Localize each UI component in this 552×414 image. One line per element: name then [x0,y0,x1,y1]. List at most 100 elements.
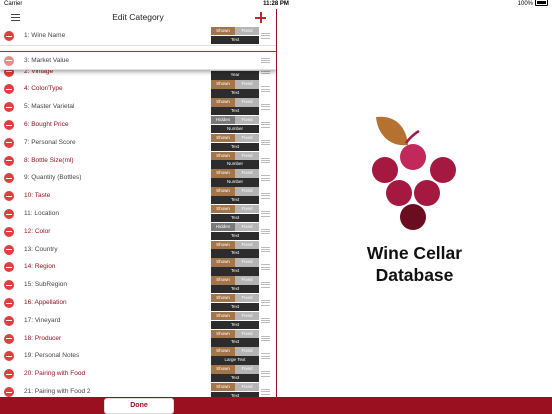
category-attributes[interactable]: Shown Fixed Text [211,98,259,116]
visibility-badge: Shown [211,169,235,178]
mode-badge: Fixed [235,258,259,267]
type-badge: Number [211,124,259,134]
category-label: 16: Appellation [24,299,67,306]
reorder-handle-icon[interactable] [261,122,270,129]
reorder-handle-icon[interactable] [261,335,270,343]
reorder-handle-icon[interactable] [261,282,270,289]
category-row[interactable]: 21: Pairing with Food 2 Shown Fixed Text [0,383,276,397]
delete-icon[interactable] [4,226,14,237]
delete-icon[interactable] [4,31,14,41]
category-attributes[interactable]: Hidden Fixed Number [211,116,259,134]
delete-icon[interactable] [4,137,14,148]
category-attributes[interactable]: Shown Fixed Text [211,294,259,312]
nav-bar: Edit Category [0,9,276,27]
category-row[interactable]: 15: SubRegion Shown Fixed Text [0,276,276,295]
category-label: 1: Wine Name [24,32,66,39]
category-attributes[interactable]: Shown Fixed Large Text [211,347,259,365]
type-badge: Text [211,338,259,347]
delete-icon[interactable] [4,351,14,362]
category-row[interactable]: 6: Bought Price Hidden Fixed Number [0,116,276,135]
category-row[interactable]: 13: Country Shown Fixed Text [0,240,276,260]
category-attributes[interactable]: Shown Fixed Text [211,258,259,276]
category-attributes[interactable]: Shown Fixed Text [211,329,259,348]
reorder-handle-icon[interactable] [261,228,270,236]
category-row[interactable]: 18: Producer Shown Fixed Text [0,329,276,349]
type-badge: Large Text [211,356,259,365]
delete-icon[interactable] [4,315,14,326]
category-attributes[interactable]: Shown Fixed Text [211,383,259,397]
delete-icon[interactable] [4,173,14,184]
category-attributes[interactable]: Shown Fixed Text [211,80,259,98]
delete-icon[interactable] [4,191,14,202]
visibility-badge: Shown [211,329,235,338]
category-attributes[interactable]: Shown Fixed Text [211,240,259,259]
delete-icon[interactable] [4,369,14,380]
reorder-handle-icon[interactable] [261,57,270,65]
category-attributes[interactable]: Shown Fixed Text [211,365,259,383]
reorder-handle-icon[interactable] [261,246,270,254]
category-attributes[interactable]: Shown Fixed Text [211,311,259,330]
delete-icon[interactable] [4,280,14,291]
delete-icon[interactable] [4,55,14,66]
category-attributes[interactable]: Shown Fixed Number [211,169,259,187]
reorder-handle-icon[interactable] [261,317,270,325]
category-row[interactable]: 11: Location Shown Fixed Text [0,205,276,224]
add-icon[interactable] [255,12,266,23]
reorder-handle-icon[interactable] [261,86,270,93]
delete-icon[interactable] [4,84,14,95]
reorder-handle-icon[interactable] [261,300,270,307]
reorder-handle-icon[interactable] [261,389,270,396]
category-row[interactable]: 3: Market Value [0,50,276,71]
delete-icon[interactable] [4,102,14,113]
delete-icon[interactable] [4,262,14,273]
done-button[interactable]: Done [104,398,174,414]
category-row[interactable]: 8: Bottle Size(ml) Shown Fixed Number [0,151,276,171]
delete-icon[interactable] [4,387,14,397]
category-row[interactable]: 7: Personal Score Shown Fixed Text [0,133,276,153]
category-row[interactable]: 14: Region Shown Fixed Text [0,258,276,278]
reorder-handle-icon[interactable] [261,211,270,218]
category-row[interactable]: 16: Appellation Shown Fixed Text [0,294,276,313]
delete-icon[interactable] [4,333,14,344]
category-row[interactable]: 5: Master Varietal Shown Fixed Text [0,98,276,117]
category-attributes[interactable]: Shown Fixed Text [211,276,259,294]
category-label: 6: Bought Price [24,121,69,128]
reorder-handle-icon[interactable] [261,175,270,182]
category-label: 3: Market Value [24,56,70,64]
category-row[interactable]: 19: Personal Notes Shown Fixed Large Text [0,347,276,367]
visibility-badge: Shown [211,276,235,285]
reorder-handle-icon[interactable] [261,353,270,360]
type-badge: Text [211,89,259,98]
delete-icon[interactable] [4,244,14,255]
category-row[interactable]: 1: Wine Name Shown Fixed Text [0,27,276,46]
category-label: 7: Personal Score [24,138,76,146]
reorder-handle-icon[interactable] [261,33,270,40]
delete-icon[interactable] [4,155,14,166]
category-attributes[interactable]: Hidden Fixed Text [211,222,259,241]
brand-title: Wine Cellar Database [277,242,552,286]
delete-icon[interactable] [4,298,14,308]
type-badge: Text [211,213,259,223]
category-attributes[interactable]: Shown Fixed Text [211,187,259,205]
reorder-handle-icon[interactable] [261,193,270,200]
delete-icon[interactable] [4,209,14,219]
visibility-badge: Shown [211,205,235,214]
reorder-handle-icon[interactable] [261,264,270,271]
category-attributes[interactable]: Shown Fixed Number [211,151,259,170]
visibility-badge: Hidden [211,222,235,232]
reorder-handle-icon[interactable] [261,104,270,111]
category-row[interactable]: 17: Vineyard Shown Fixed Text [0,311,276,331]
category-attributes[interactable]: Shown Fixed Text [211,133,259,152]
reorder-handle-icon[interactable] [261,371,270,378]
category-attributes[interactable]: Shown Fixed Text [211,27,259,45]
delete-icon[interactable] [4,120,14,130]
category-row[interactable]: 4: Color/Type Shown Fixed Text [0,80,276,100]
category-row[interactable]: 9: Quantity (Bottles) Shown Fixed Number [0,169,276,189]
reorder-handle-icon[interactable] [261,157,270,165]
category-row[interactable]: 10: Taste Shown Fixed Text [0,187,276,206]
category-row[interactable]: 12: Color Hidden Fixed Text [0,222,276,242]
category-row[interactable]: 20: Pairing with Food Shown Fixed Text [0,365,276,384]
reorder-handle-icon[interactable] [261,139,270,147]
category-list[interactable]: 1: Wine Name Shown Fixed Text 3: Market Valu… [0,27,276,397]
category-attributes[interactable]: Shown Fixed Text [211,205,259,223]
